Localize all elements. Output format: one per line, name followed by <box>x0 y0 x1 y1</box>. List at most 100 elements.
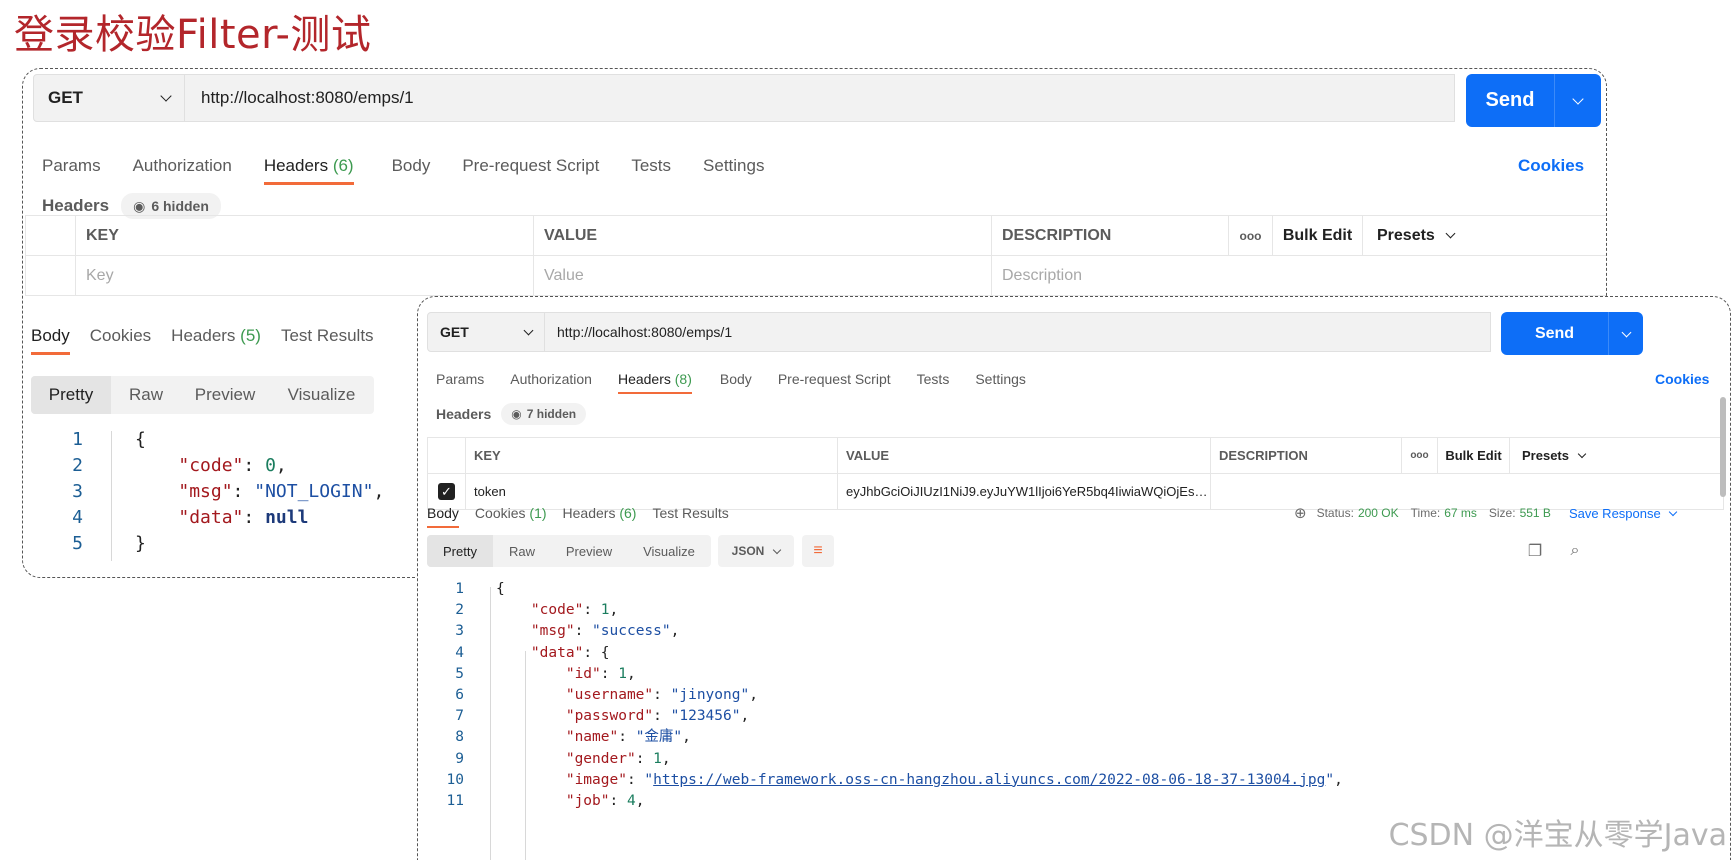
col-value: VALUE <box>533 215 992 256</box>
view-pretty[interactable]: Pretty <box>31 376 111 414</box>
watermark: CSDN @洋宝从零学Java <box>1388 818 1727 853</box>
tab-authorization[interactable]: Authorization <box>133 156 232 176</box>
send-label: Send <box>1501 312 1609 355</box>
eye-icon: ◉ <box>511 407 522 421</box>
chevron-down-icon <box>1445 228 1456 238</box>
url-text: http://localhost:8080/emps/1 <box>557 324 733 340</box>
tab-pre-request-script[interactable]: Pre-request Script <box>778 371 891 387</box>
resp-tab-test-results[interactable]: Test Results <box>281 326 374 346</box>
globe-icon[interactable]: ⊕ <box>1294 504 1307 522</box>
request-tabs: Params Authorization Headers (6) Body Pr… <box>42 149 764 185</box>
tab-settings[interactable]: Settings <box>703 156 764 176</box>
send-button[interactable]: Send <box>1501 312 1643 355</box>
cookies-link[interactable]: Cookies <box>1518 149 1584 183</box>
method-select[interactable]: GET <box>33 74 185 122</box>
more-options-icon[interactable]: ooo <box>1228 215 1273 256</box>
header-enabled-checkbox[interactable]: ✓ <box>438 483 455 500</box>
presets-dropdown[interactable]: Presets <box>1509 437 1724 474</box>
resp-tab-test-results[interactable]: Test Results <box>652 505 728 521</box>
chevron-down-icon <box>1621 327 1631 337</box>
image-url-link[interactable]: https://web-framework.oss-cn-hangzhou.al… <box>653 770 1325 791</box>
method-select[interactable]: GET <box>427 312 545 352</box>
resp-tab-body[interactable]: Body <box>427 505 459 528</box>
format-select[interactable]: JSON <box>718 535 794 567</box>
url-text: http://localhost:8080/emps/1 <box>201 88 414 107</box>
view-raw[interactable]: Raw <box>111 376 181 414</box>
view-pretty[interactable]: Pretty <box>427 535 493 567</box>
description-input[interactable]: Description <box>991 255 1606 296</box>
view-raw[interactable]: Raw <box>493 535 551 567</box>
scrollbar[interactable] <box>1720 397 1726 497</box>
view-preview[interactable]: Preview <box>551 535 627 567</box>
cookies-link[interactable]: Cookies <box>1655 365 1709 393</box>
resp-tab-headers[interactable]: Headers (5) <box>171 326 261 346</box>
status-code: 200 OK <box>1357 506 1399 520</box>
headers-subheader: Headers ◉ 7 hidden <box>436 403 587 425</box>
response-tabs: Body Cookies (1) Headers (6) Test Result… <box>427 499 729 528</box>
copy-icon[interactable]: ❐ <box>1524 540 1546 562</box>
chevron-down-icon <box>773 545 782 554</box>
tab-tests[interactable]: Tests <box>917 371 950 387</box>
value-input[interactable]: Value <box>533 255 992 296</box>
view-mode-switch: Pretty Raw Preview Visualize <box>31 376 374 414</box>
presets-dropdown[interactable]: Presets <box>1362 215 1606 256</box>
response-body: 1{ 2 "code": 0, 3 "msg": "NOT_LOGIN", 4 … <box>72 429 385 554</box>
view-visualize[interactable]: Visualize <box>627 535 711 567</box>
wrap-lines-icon[interactable]: ≡ <box>802 535 834 567</box>
chevron-down-icon <box>1668 507 1677 516</box>
send-dropdown[interactable] <box>1609 312 1643 355</box>
tab-body[interactable]: Body <box>392 156 431 176</box>
chevron-down-icon <box>1572 92 1584 105</box>
send-dropdown[interactable] <box>1555 74 1601 127</box>
response-body: 1{ 2 "code": 1, 3 "msg": "success", 4 "d… <box>446 581 1343 810</box>
response-size: 551 B <box>1519 506 1551 520</box>
tab-authorization[interactable]: Authorization <box>510 371 592 387</box>
hidden-headers-toggle[interactable]: ◉ 7 hidden <box>501 403 587 425</box>
tab-body[interactable]: Body <box>720 371 752 387</box>
col-key: KEY <box>75 215 534 256</box>
url-input[interactable]: http://localhost:8080/emps/1 <box>185 74 1455 122</box>
eye-icon: ◉ <box>133 197 146 214</box>
view-visualize[interactable]: Visualize <box>269 376 374 414</box>
resp-tab-body[interactable]: Body <box>31 326 70 355</box>
headers-label: Headers <box>42 196 110 215</box>
url-input[interactable]: http://localhost:8080/emps/1 <box>545 312 1491 352</box>
key-input[interactable]: Key <box>75 255 534 296</box>
view-mode-switch: Pretty Raw Preview Visualize <box>427 535 711 567</box>
bulk-edit-button[interactable]: Bulk Edit <box>1437 437 1510 474</box>
col-description: DESCRIPTION <box>1210 437 1402 474</box>
search-icon[interactable]: ⌕ <box>1564 540 1586 562</box>
save-response-button[interactable]: Save Response <box>1569 506 1677 521</box>
more-options-icon[interactable]: ooo <box>1401 437 1438 474</box>
tab-params[interactable]: Params <box>436 371 484 387</box>
page-title: 登录校验Filter-测试 <box>14 12 372 58</box>
header-value[interactable]: eyJhbGciOiJIUzI1NiJ9.eyJuYW1lIjoi6YeR5bq… <box>837 473 1211 510</box>
resp-tab-cookies[interactable]: Cookies <box>90 326 151 346</box>
chevron-down-icon <box>160 90 172 102</box>
chevron-down-icon <box>1577 449 1586 459</box>
send-button[interactable]: Send <box>1466 74 1601 127</box>
tab-headers[interactable]: Headers (6) <box>263 156 354 185</box>
tab-params[interactable]: Params <box>42 156 101 176</box>
col-key: KEY <box>465 437 838 474</box>
resp-tab-headers[interactable]: Headers (6) <box>563 505 637 521</box>
headers-table: KEY VALUE DESCRIPTION ooo Bulk Edit Pres… <box>25 215 1606 296</box>
headers-label: Headers <box>436 406 492 422</box>
send-label: Send <box>1466 74 1555 127</box>
response-tabs: Body Cookies Headers (5) Test Results <box>31 319 374 355</box>
tab-headers[interactable]: Headers (8) <box>617 371 692 394</box>
view-preview[interactable]: Preview <box>181 376 269 414</box>
tab-tests[interactable]: Tests <box>631 156 671 176</box>
response-time: 67 ms <box>1444 506 1477 520</box>
bulk-edit-button[interactable]: Bulk Edit <box>1272 215 1363 256</box>
resp-tab-cookies[interactable]: Cookies (1) <box>475 505 547 521</box>
tab-pre-request-script[interactable]: Pre-request Script <box>462 156 599 176</box>
response-meta: ⊕ Status: 200 OK Time: 67 ms Size: 551 B Sa… <box>1294 499 1677 527</box>
method-label: GET <box>440 324 469 340</box>
tab-settings[interactable]: Settings <box>975 371 1026 387</box>
method-label: GET <box>48 88 83 107</box>
col-description: DESCRIPTION <box>991 215 1229 256</box>
chevron-down-icon <box>523 325 534 336</box>
request-tabs: Params Authorization Headers (8) Body Pr… <box>436 365 1026 394</box>
postman-panel-authorized: GET http://localhost:8080/emps/1 Send Pa… <box>417 296 1731 860</box>
